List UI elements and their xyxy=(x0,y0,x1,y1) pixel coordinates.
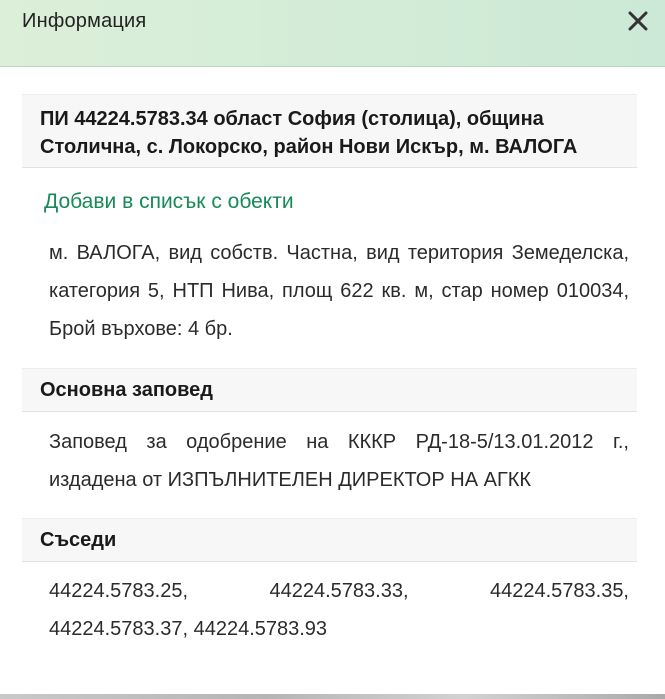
info-panel: Информация ПИ 44224.5783.34 област София… xyxy=(0,0,665,699)
property-title-line2: Столична, с. Локорско, район Нови Искър,… xyxy=(40,136,578,158)
close-icon xyxy=(628,11,648,31)
neighbor-item: 44224.5783.35, xyxy=(489,580,629,602)
order-text: Заповед за одобрение на КККР РД-18-5/13.… xyxy=(49,431,629,491)
panel-header: Информация xyxy=(0,0,665,67)
bottom-edge xyxy=(0,694,665,699)
property-title-line1: ПИ 44224.5783.34 област София (столица),… xyxy=(40,108,544,130)
close-button[interactable] xyxy=(625,8,651,34)
neighbor-item: 44224.5783.33, xyxy=(269,580,409,602)
neighbors-list: 44224.5783.25, 44224.5783.33, 44224.5783… xyxy=(49,572,629,648)
property-description: м. ВАЛОГА, вид собств. Частна, вид терит… xyxy=(49,242,629,340)
order-heading: Основна заповед xyxy=(22,368,637,412)
add-to-list-link[interactable]: Добави в списък с обекти xyxy=(44,190,294,214)
neighbor-item: 44224.5783.25, xyxy=(49,580,189,602)
neighbors-heading: Съседи xyxy=(22,518,637,562)
neighbor-item: 44224.5783.37, 44224.5783.93 xyxy=(49,618,328,640)
property-title: ПИ 44224.5783.34 област София (столица),… xyxy=(22,94,637,168)
panel-title: Информация xyxy=(22,10,147,32)
